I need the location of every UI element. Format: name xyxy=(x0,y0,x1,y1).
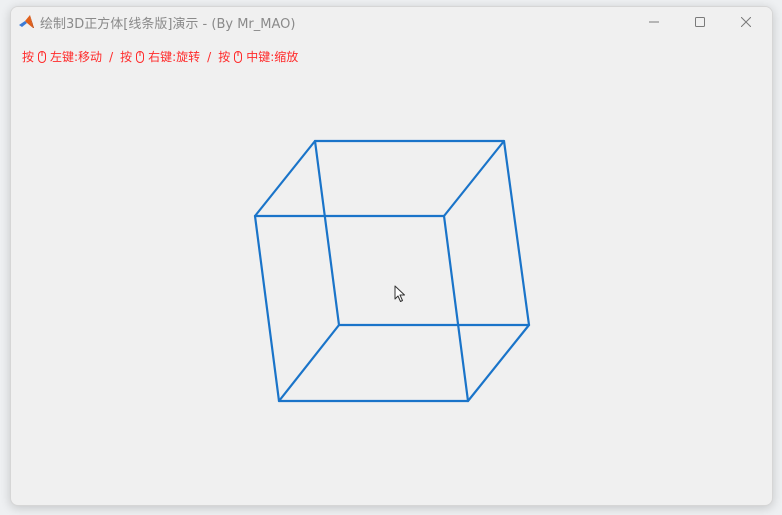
cube-wireframe xyxy=(253,139,531,403)
arrow-cursor-icon xyxy=(394,285,405,302)
cube-edge xyxy=(277,323,341,403)
cube-back-face xyxy=(313,139,531,327)
cube-edge xyxy=(253,139,317,218)
cube-edge xyxy=(442,139,506,218)
cube-edge xyxy=(466,323,531,403)
cube-front-face xyxy=(253,214,470,403)
drawing-canvas[interactable] xyxy=(11,7,772,505)
app-window: 绘制3D正方体[线条版]演示 - (By Mr_MAO) 按 左键:移动 / 按… xyxy=(10,6,773,506)
